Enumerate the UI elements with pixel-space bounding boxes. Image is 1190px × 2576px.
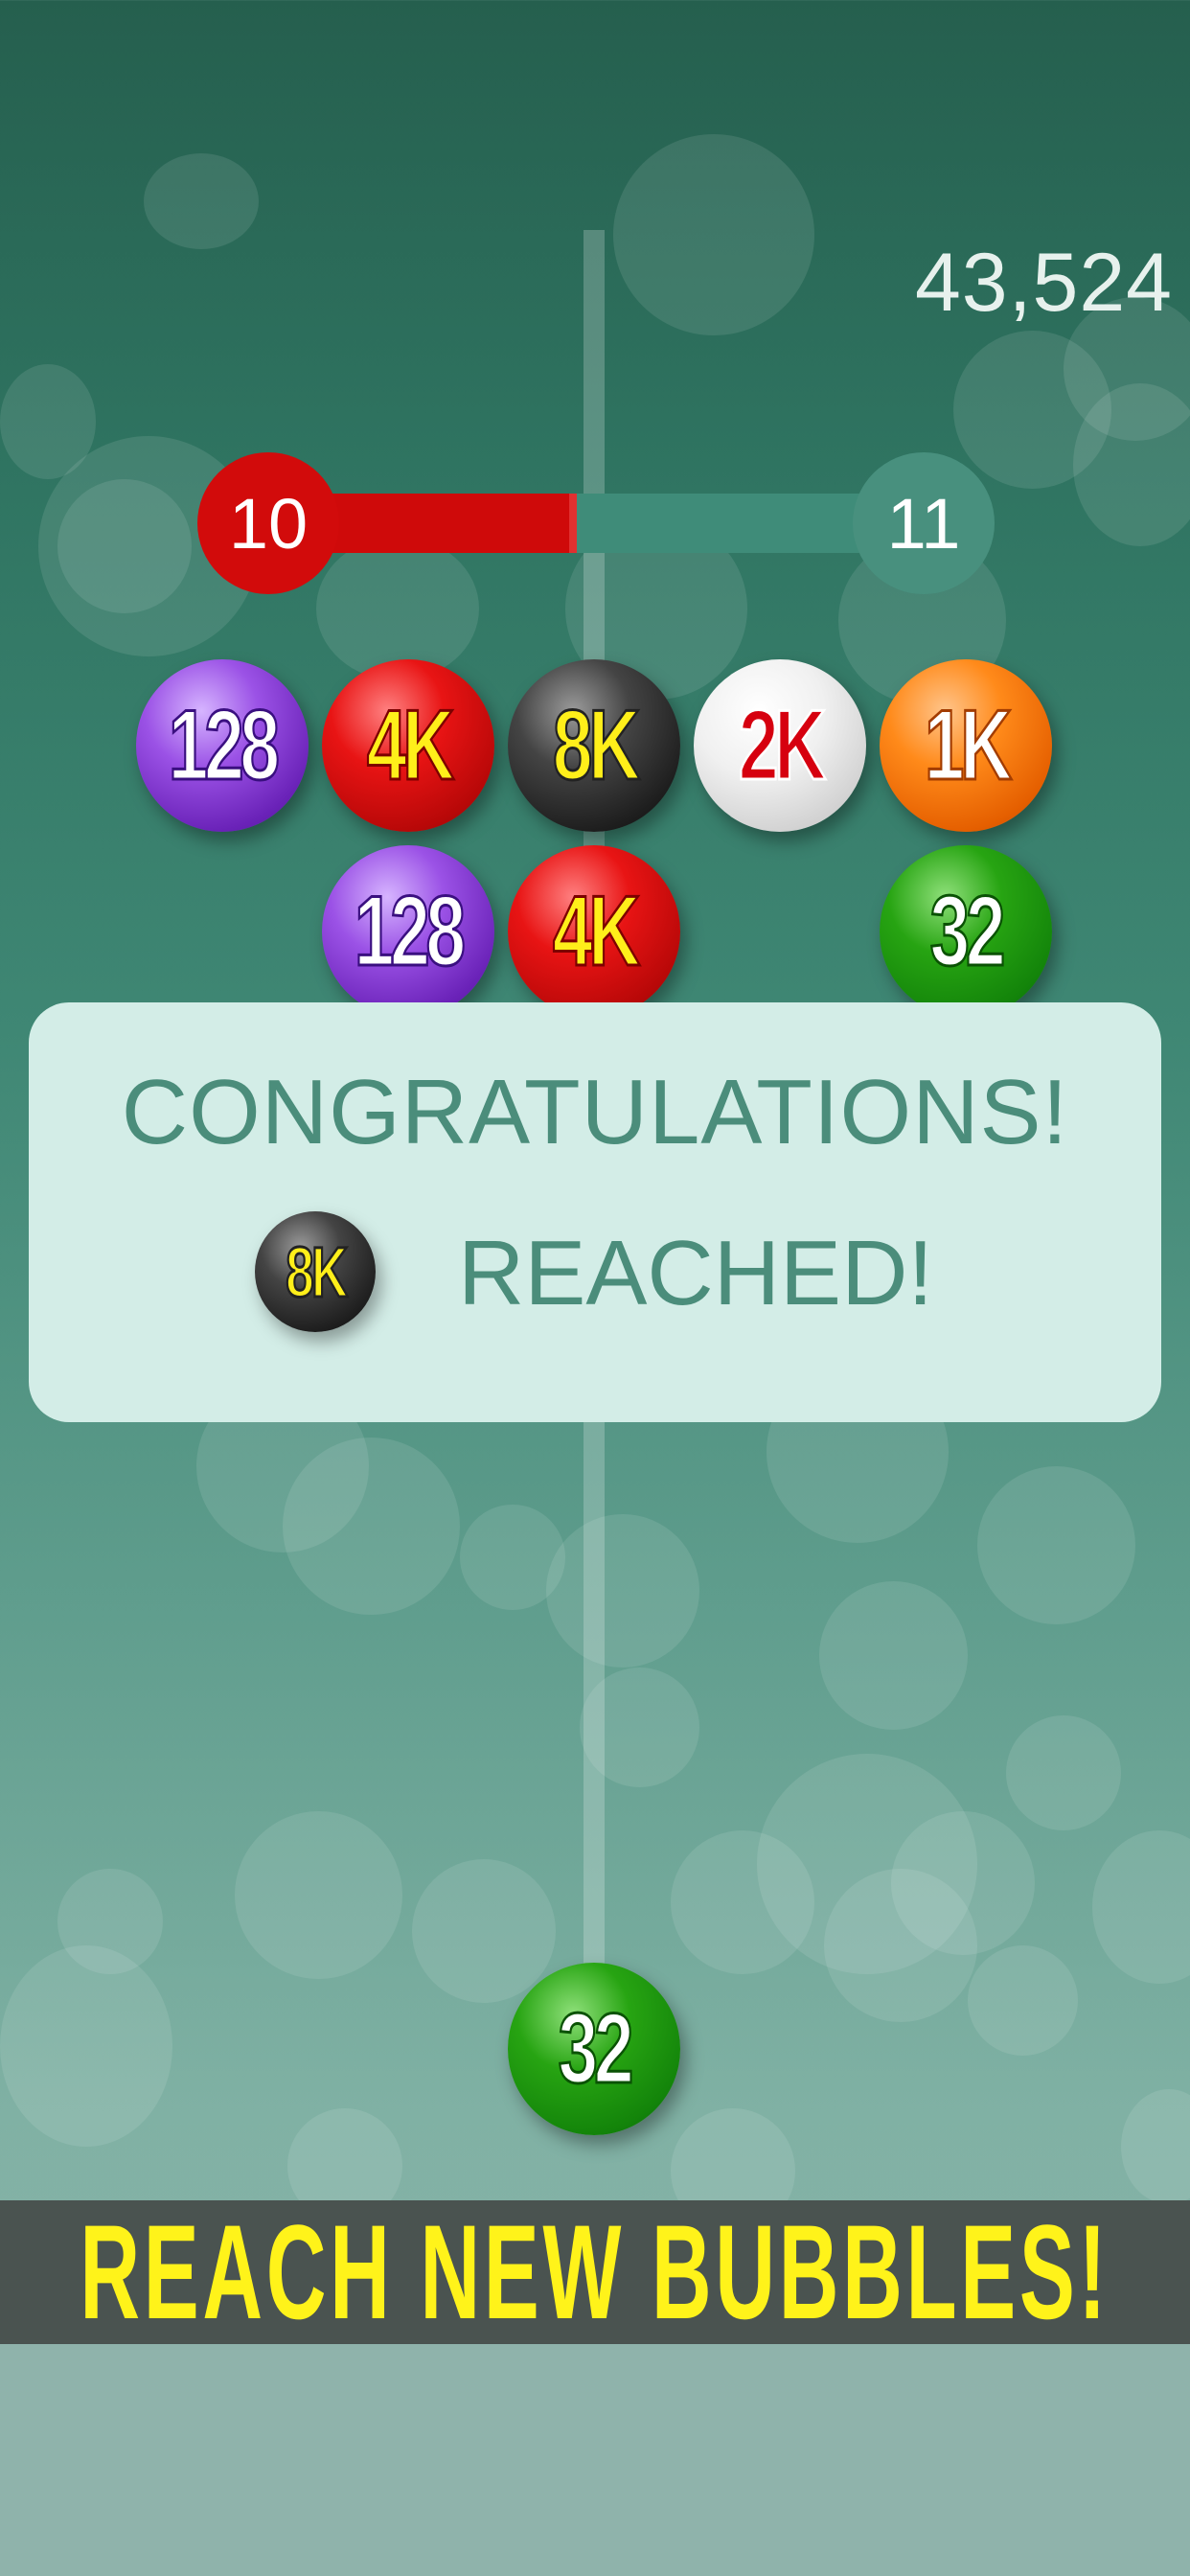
bottom-band [0, 2344, 1190, 2576]
bubble-4k[interactable]: 4K [508, 845, 680, 1018]
bokeh-circle [144, 153, 259, 249]
bokeh-circle [546, 1514, 699, 1668]
banner-text: REACH NEW BUBBLES! [80, 2196, 1110, 2347]
bubble-label: 4K [365, 688, 455, 802]
bokeh-circle [0, 1945, 172, 2147]
promo-banner: REACH NEW BUBBLES! [0, 2196, 1190, 2347]
reached-text: REACHED! [458, 1222, 934, 1324]
bokeh-circle [316, 537, 479, 680]
bubble-label: 32 [558, 1991, 635, 2105]
bubble-4k[interactable]: 4K [322, 659, 494, 832]
bokeh-circle [1006, 1715, 1121, 1830]
congratulations-dialog[interactable]: CONGRATULATIONS! 8K REACHED! [29, 1002, 1161, 1422]
bokeh-circle [891, 1811, 1035, 1955]
bubble-label: 8K [285, 1230, 349, 1313]
bubble-2k[interactable]: 2K [694, 659, 866, 832]
bubble-label: 1K [923, 688, 1013, 802]
next-level-badge: 11 [853, 452, 995, 594]
bokeh-circle [1092, 1830, 1190, 1984]
bubble-label: 128 [354, 874, 467, 988]
level-progress-edge [569, 494, 577, 553]
bokeh-circle [412, 1859, 556, 2003]
bokeh-circle [283, 1438, 460, 1615]
bokeh-circle [953, 331, 1111, 489]
bubble-128[interactable]: 128 [136, 659, 309, 832]
bubble-label: 8K [551, 688, 641, 802]
score-display: 43,524 [914, 237, 1173, 329]
bokeh-circle [0, 364, 96, 479]
bokeh-circle [460, 1505, 565, 1610]
bubble-label: 128 [168, 688, 281, 802]
bubble-8k[interactable]: 8K [508, 659, 680, 832]
bubble-128[interactable]: 128 [322, 845, 494, 1018]
bubble-label: 32 [929, 874, 1007, 988]
bokeh-circle [671, 1830, 814, 1974]
bokeh-circle [977, 1466, 1135, 1624]
bokeh-circle [235, 1811, 402, 1979]
bubble-label: 4K [551, 874, 641, 988]
dialog-title: CONGRATULATIONS! [121, 1061, 1069, 1163]
bubble-32[interactable]: 32 [880, 845, 1052, 1018]
bubble-1k[interactable]: 1K [880, 659, 1052, 832]
current-level-badge: 10 [197, 452, 339, 594]
reached-bubble-8k: 8K [255, 1211, 376, 1332]
bokeh-circle [824, 1869, 977, 2022]
bokeh-circle [757, 1754, 977, 1974]
bokeh-circle [968, 1945, 1078, 2056]
bubble-label: 2K [737, 688, 827, 802]
bokeh-circle [57, 479, 192, 613]
bokeh-circle [1073, 383, 1190, 546]
bokeh-circle [819, 1581, 968, 1730]
shooter-bubble[interactable]: 32 [508, 1963, 680, 2135]
bokeh-circle [1121, 2089, 1190, 2204]
bokeh-circle [613, 134, 814, 335]
bokeh-circle [57, 1869, 163, 1974]
